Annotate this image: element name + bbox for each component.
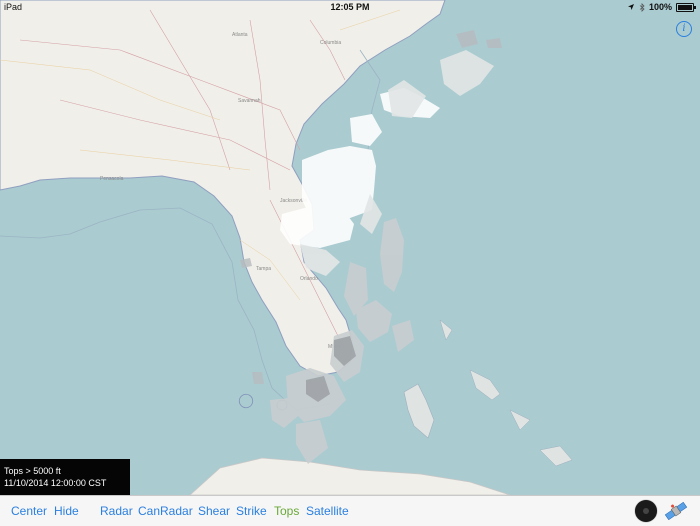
bottom-toolbar: Center Hide Radar CanRadar Shear Strike …: [0, 495, 700, 526]
satellite-button[interactable]: Satellite: [306, 504, 349, 518]
legend-timestamp: 11/10/2014 12:00:00 CST: [4, 478, 107, 488]
tops-button[interactable]: Tops: [274, 504, 299, 518]
shear-button[interactable]: Shear: [198, 504, 230, 518]
legend-product: Tops > 5000 ft: [4, 466, 61, 476]
product-legend: Tops > 5000 ft 11/10/2014 12:00:00 CST: [0, 459, 130, 495]
svg-text:Orlando: Orlando: [300, 276, 318, 282]
svg-text:Columbia: Columbia: [320, 40, 341, 46]
svg-text:Savannah: Savannah: [238, 98, 261, 104]
location-arrow-icon: [627, 4, 634, 10]
info-icon[interactable]: i: [676, 21, 692, 37]
svg-text:Atlanta: Atlanta: [232, 32, 248, 38]
hide-button[interactable]: Hide: [54, 504, 79, 518]
satellite-icon[interactable]: [664, 499, 688, 523]
status-icons: 100%: [627, 2, 696, 12]
bluetooth-icon: [639, 2, 645, 12]
center-button[interactable]: Center: [11, 504, 47, 518]
battery-percent: 100%: [648, 2, 672, 12]
map-view[interactable]: Savannah Atlanta Columbia Pensacola Tamp…: [0, 0, 700, 495]
battery-icon: [676, 2, 696, 12]
svg-text:Pensacola: Pensacola: [100, 176, 124, 182]
clock: 12:05 PM: [330, 2, 370, 12]
status-bar: iPad 12:05 PM 100%: [0, 0, 700, 14]
radar-button[interactable]: Radar: [100, 504, 133, 518]
canradar-button[interactable]: CanRadar: [138, 504, 193, 518]
svg-text:Tampa: Tampa: [256, 266, 271, 272]
strike-button[interactable]: Strike: [236, 504, 267, 518]
record-icon[interactable]: [635, 500, 657, 522]
